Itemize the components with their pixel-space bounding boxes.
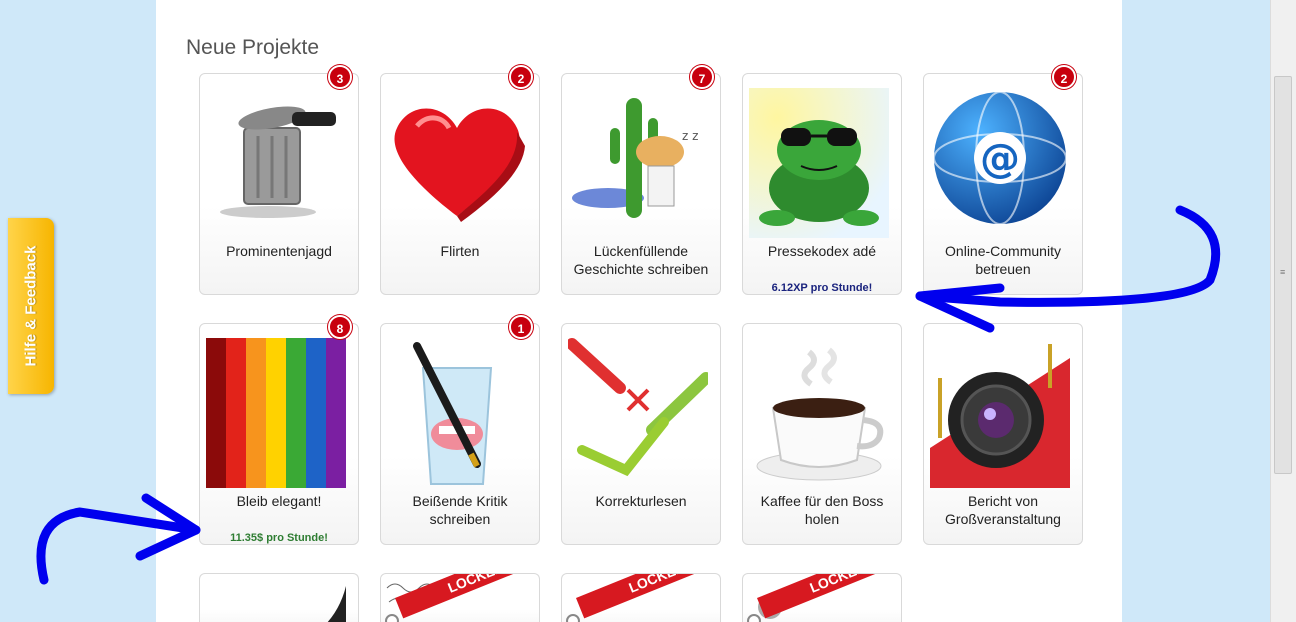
cactus-sombrero-icon: z z — [572, 98, 698, 218]
camera-red-carpet-icon — [930, 344, 1070, 488]
rate-label: 6.12XP pro Stunde! — [771, 282, 873, 294]
help-feedback-tab[interactable]: Hilfe & Feedback — [8, 218, 54, 394]
project-card-lueckenfuellende-geschichte[interactable]: z z Lückenfüllende Geschichte schreiben … — [561, 65, 721, 295]
card-title: Flirten — [440, 243, 480, 259]
rainbow-curtain-icon — [206, 338, 346, 488]
frog-sunglasses-icon — [749, 88, 889, 238]
card-title: Kaffee für den Boss holen — [760, 493, 884, 527]
project-card-prominentenjagd[interactable]: Prominentenjagd 3 — [199, 65, 359, 295]
section-title: Neue Projekte — [186, 36, 320, 59]
card-title: Bericht von Großveranstaltung — [945, 493, 1061, 527]
lock-icon — [385, 614, 399, 622]
project-card-beissende-kritik[interactable]: Beißende Kritik schreiben 1 — [380, 315, 540, 545]
scrollbar-thumb[interactable]: ≡ — [1274, 76, 1292, 474]
card-title: Bleib elegant! — [236, 493, 322, 509]
scrollbar-grip-icon: ≡ — [1280, 267, 1286, 277]
card-title: Korrekturlesen — [595, 493, 687, 509]
project-card-bericht-grossveranstaltung[interactable]: Bericht von Großveranstaltung — [923, 323, 1083, 545]
project-card-row3-3-locked[interactable]: LOCKED! — [561, 573, 721, 622]
project-card-online-community[interactable]: @ Online-Community betreuen 2 — [923, 65, 1083, 295]
pen-dentures-glass-icon — [413, 342, 493, 485]
project-card-bleib-elegant[interactable]: Bleib elegant! 11.35$ pro Stunde! 8 — [199, 315, 359, 545]
svg-text:@: @ — [980, 136, 1020, 182]
notification-badge: 3 — [328, 65, 352, 89]
locked-ribbon: LOCKED! — [757, 574, 901, 619]
notification-badge: 2 — [1052, 65, 1076, 89]
notification-badge: 8 — [328, 315, 352, 339]
help-feedback-label: Hilfe & Feedback — [22, 245, 40, 367]
lock-icon — [566, 614, 580, 622]
coffee-cup-icon — [756, 347, 884, 481]
lock-icon — [747, 614, 761, 622]
project-card-korrekturlesen[interactable]: Korrekturlesen — [561, 323, 721, 545]
card-title: Beißende Kritik schreiben — [412, 493, 508, 527]
project-card-flirten[interactable]: Flirten 2 — [380, 65, 540, 295]
project-card-row3-4-locked[interactable]: LOCKED! — [742, 573, 902, 622]
locked-ribbon: LOCKED! — [576, 574, 720, 619]
card-title: Prominentenjagd — [226, 243, 332, 259]
dark-shape-icon — [327, 586, 346, 622]
project-card-row3-1[interactable] — [199, 573, 359, 622]
page-background-right — [1122, 0, 1270, 622]
project-card-pressekodex[interactable]: Pressekodex adé 6.12XP pro Stunde! — [742, 73, 902, 295]
globe-at-sign-icon: @ — [933, 91, 1067, 225]
vertical-scrollbar[interactable]: ≡ — [1270, 0, 1296, 622]
notification-badge: 2 — [509, 65, 533, 89]
red-heart-icon — [394, 108, 525, 222]
card-title: Lückenfüllende Geschichte schreiben — [573, 243, 709, 277]
trash-can-telescope-icon — [220, 106, 336, 218]
card-title: Online-Community betreuen — [945, 243, 1061, 277]
notification-badge: 1 — [509, 315, 533, 339]
notification-badge: 7 — [690, 65, 714, 89]
svg-text:z z: z z — [682, 129, 698, 143]
project-card-kaffee-boss[interactable]: Kaffee für den Boss holen — [742, 323, 902, 545]
project-card-row3-2-locked[interactable]: LOCKED! — [380, 573, 540, 622]
pencils-checkmark-icon — [568, 338, 708, 477]
rate-label: 11.35$ pro Stunde! — [230, 532, 328, 544]
card-title: Pressekodex adé — [767, 243, 877, 259]
